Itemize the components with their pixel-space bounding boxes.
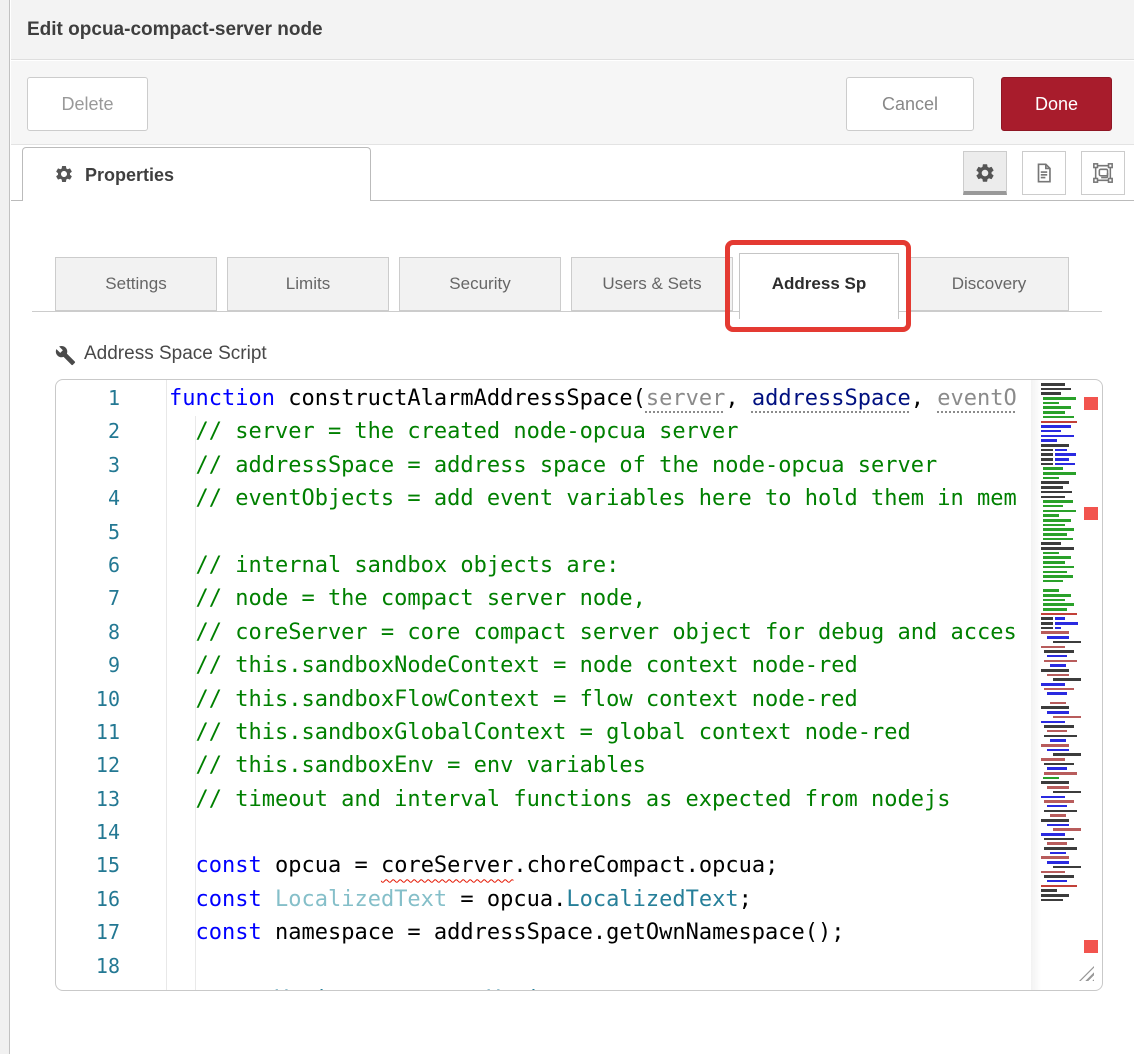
line-number: 2 <box>56 415 166 448</box>
line-number: 15 <box>56 849 166 882</box>
code-line[interactable]: // this.sandboxEnv = env variables <box>169 749 1039 782</box>
line-number: 4 <box>56 482 166 515</box>
line-number: 5 <box>56 516 166 549</box>
error-marker <box>1084 397 1098 410</box>
dialog-title: Edit opcua-compact-server node <box>27 0 323 60</box>
editor-resize-handle[interactable] <box>1079 966 1094 981</box>
tab-address-space[interactable]: Address Sp <box>739 253 899 319</box>
wrench-icon <box>55 345 76 366</box>
code-line[interactable]: // eventObjects = add event variables he… <box>169 482 1039 515</box>
dialog-toolbar: Delete Cancel Done <box>11 61 1134 144</box>
node-appearance-icon <box>1092 162 1114 184</box>
gear-icon <box>974 162 996 184</box>
node-properties-icon-button[interactable] <box>963 151 1007 195</box>
tab-properties[interactable]: Properties <box>22 147 371 201</box>
tab-settings[interactable]: Settings <box>55 257 217 311</box>
dialog-header: Edit opcua-compact-server node <box>11 0 1134 60</box>
code-line[interactable] <box>169 516 1039 549</box>
line-number: 10 <box>56 683 166 716</box>
tab-users-sets[interactable]: Users & Sets <box>571 257 733 311</box>
line-number: 6 <box>56 549 166 582</box>
tab-limits[interactable]: Limits <box>227 257 389 311</box>
line-number: 8 <box>56 616 166 649</box>
code-line[interactable]: const Variant = opcua.Variant; <box>169 983 1039 991</box>
code-line[interactable]: // coreServer = core compact server obje… <box>169 616 1039 649</box>
code-line[interactable]: // this.sandboxGlobalContext = global co… <box>169 716 1039 749</box>
code-line[interactable]: // node = the compact server node, <box>169 582 1039 615</box>
tabs-baseline <box>32 311 1102 312</box>
line-number: 19 <box>56 983 166 991</box>
delete-button[interactable]: Delete <box>27 77 148 131</box>
line-numbers: 12345678910111213141516171819 <box>56 382 166 991</box>
line-number: 9 <box>56 649 166 682</box>
line-number: 1 <box>56 382 166 415</box>
code-content[interactable]: function constructAlarmAddressSpace(serv… <box>169 382 1039 991</box>
properties-tab-label: Properties <box>85 148 174 202</box>
line-number: 11 <box>56 716 166 749</box>
line-number: 17 <box>56 916 166 949</box>
code-line[interactable]: // timeout and interval functions as exp… <box>169 783 1039 816</box>
document-icon <box>1033 162 1055 184</box>
minimap[interactable] <box>1041 383 1081 923</box>
line-number: 14 <box>56 816 166 849</box>
gear-icon <box>54 164 74 184</box>
line-number: 16 <box>56 883 166 916</box>
code-line[interactable]: const LocalizedText = opcua.LocalizedTex… <box>169 883 1039 916</box>
node-appearance-icon-button[interactable] <box>1081 151 1125 195</box>
code-line[interactable]: // this.sandboxNodeContext = node contex… <box>169 649 1039 682</box>
cancel-button[interactable]: Cancel <box>846 77 974 131</box>
node-description-icon-button[interactable] <box>1022 151 1066 195</box>
code-line[interactable]: // server = the created node-opcua serve… <box>169 415 1039 448</box>
tab-discovery[interactable]: Discovery <box>909 257 1069 311</box>
code-line[interactable]: const opcua = coreServer.choreCompact.op… <box>169 849 1039 882</box>
section-title: Address Space Script <box>84 343 267 365</box>
error-marker <box>1084 507 1098 520</box>
tab-security[interactable]: Security <box>399 257 561 311</box>
code-line[interactable] <box>169 950 1039 983</box>
code-line[interactable]: const namespace = addressSpace.getOwnNam… <box>169 916 1039 949</box>
minimap-shadow <box>1031 380 1041 991</box>
code-line[interactable]: function constructAlarmAddressSpace(serv… <box>169 382 1039 415</box>
line-number: 13 <box>56 783 166 816</box>
dialog-form: Properties Settings Limits Security User… <box>11 144 1134 1054</box>
gutter-divider <box>166 380 167 991</box>
edit-node-dialog: Edit opcua-compact-server node Delete Ca… <box>0 0 1134 1054</box>
code-line[interactable] <box>169 816 1039 849</box>
page-left-gutter <box>0 0 10 1054</box>
line-number: 18 <box>56 950 166 983</box>
line-number: 12 <box>56 749 166 782</box>
code-line[interactable]: // this.sandboxFlowContext = flow contex… <box>169 683 1039 716</box>
done-button[interactable]: Done <box>1001 77 1112 131</box>
code-editor[interactable]: 12345678910111213141516171819 function c… <box>55 379 1103 991</box>
error-marker <box>1084 940 1098 953</box>
code-line[interactable]: // addressSpace = address space of the n… <box>169 449 1039 482</box>
line-number: 7 <box>56 582 166 615</box>
line-number: 3 <box>56 449 166 482</box>
code-line[interactable]: // internal sandbox objects are: <box>169 549 1039 582</box>
